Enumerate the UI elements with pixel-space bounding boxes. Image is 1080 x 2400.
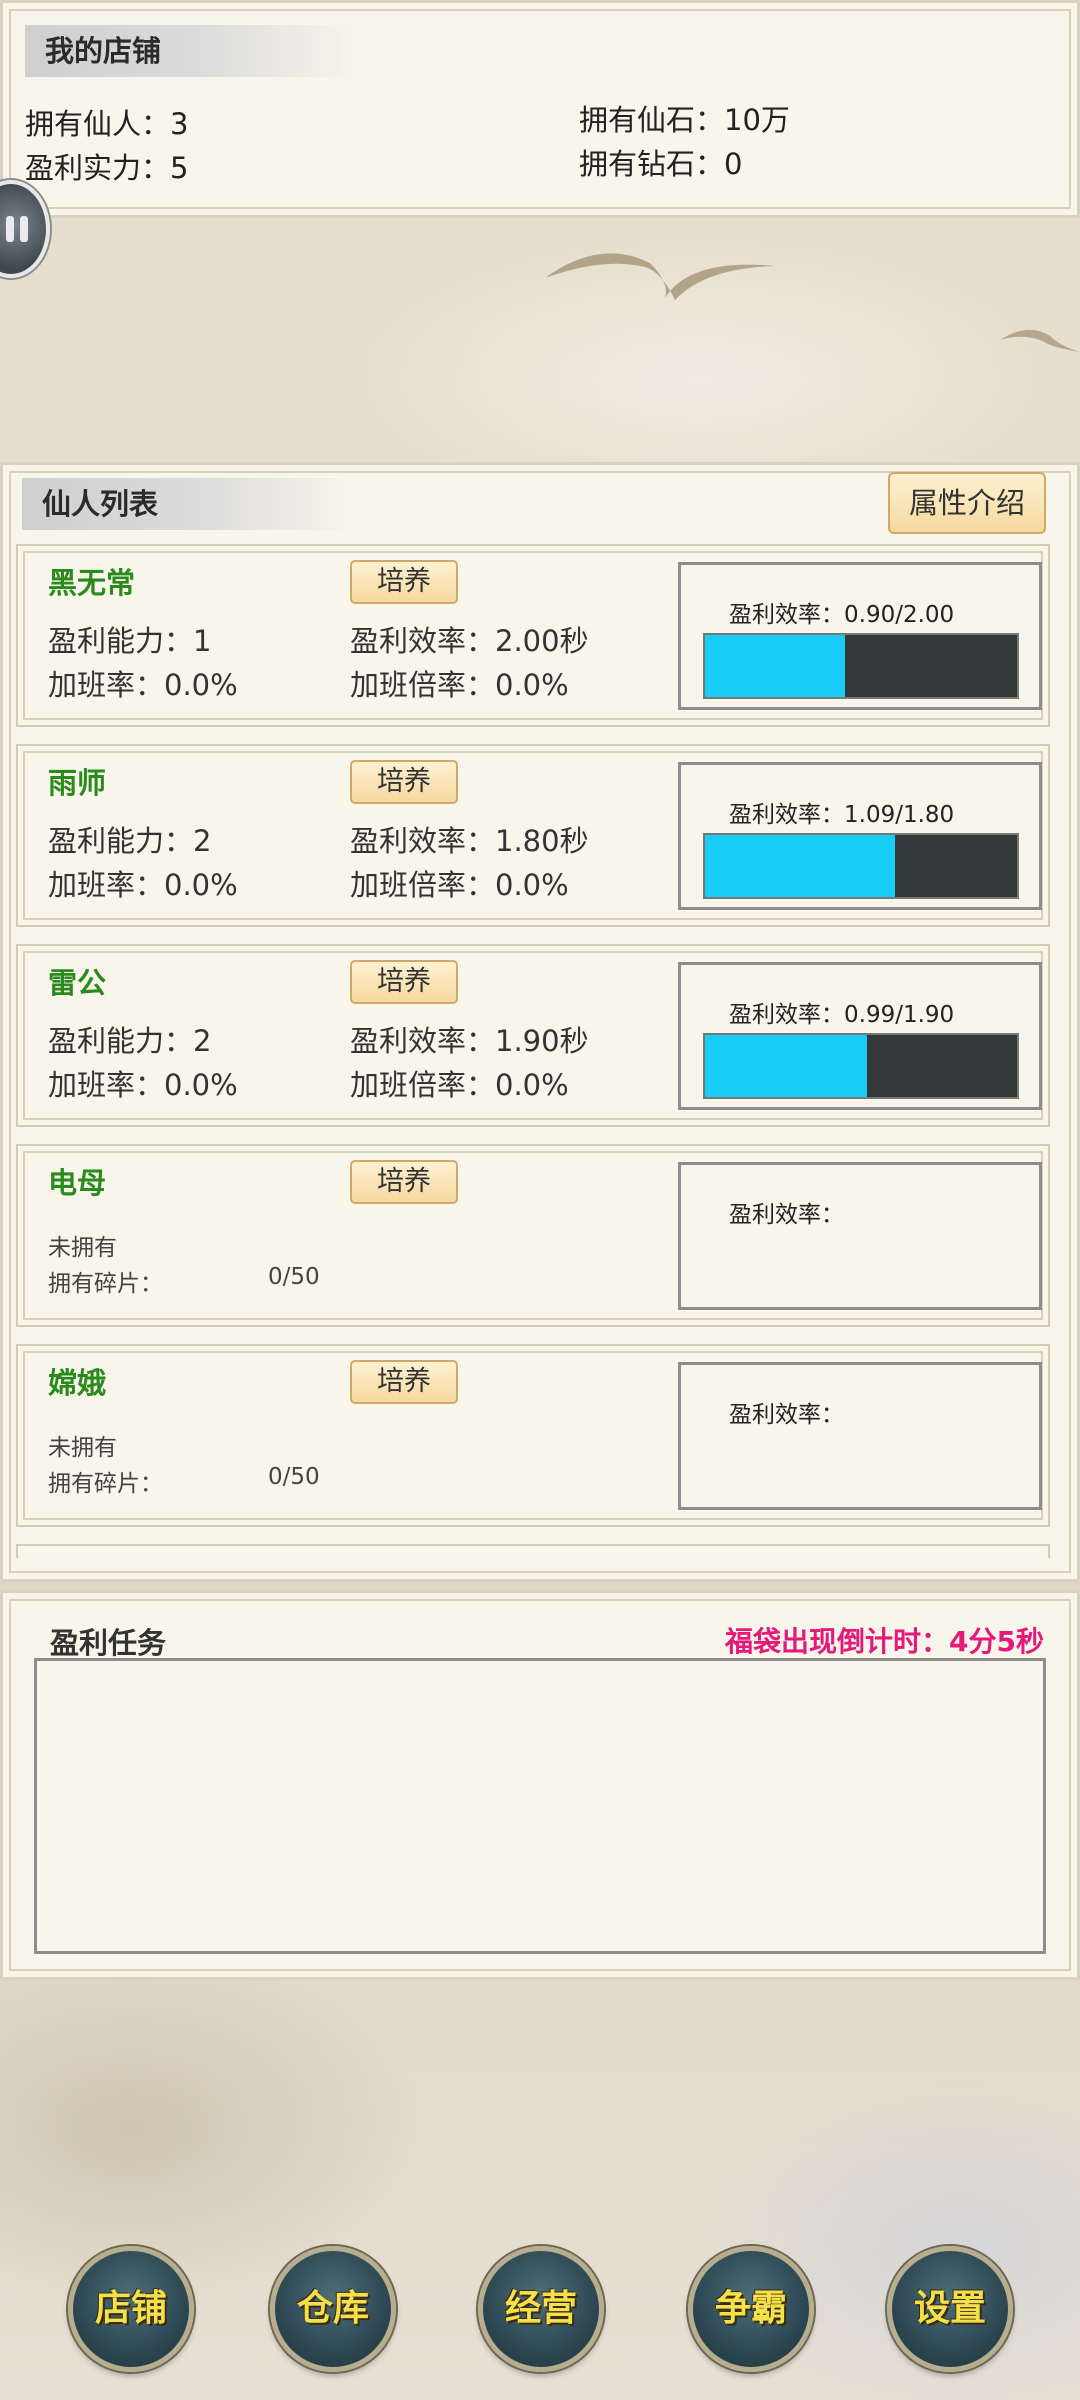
efficiency-label: 盈利效率：: [729, 1202, 844, 1228]
efficiency-label: 盈利效率：1.09/1.80: [729, 802, 955, 828]
fragments-label: 拥有碎片：: [48, 1471, 163, 1497]
shop-panel: 我的店铺 拥有仙人：3 盈利实力：5 拥有仙石：10万 拥有钻石：0: [0, 0, 1080, 218]
train-button[interactable]: 培养: [350, 760, 458, 804]
immortal-card: 电母 培养 未拥有 拥有碎片： 0/50 盈利效率：: [16, 1144, 1050, 1327]
efficiency-bar: [703, 633, 1019, 699]
nav-warehouse-button[interactable]: 仓库: [270, 2246, 396, 2372]
train-button[interactable]: 培养: [350, 560, 458, 604]
immortal-name: 雨师: [48, 766, 107, 800]
nav-compete-button[interactable]: 争霸: [688, 2246, 814, 2372]
immortal-card: 雨师 培养 盈利能力：2 盈利效率：1.80秒 加班率：0.0% 加班倍率：0.…: [16, 744, 1050, 927]
efficiency-label: 盈利效率：0.90/2.00: [729, 602, 955, 628]
efficiency-bar: [703, 833, 1019, 899]
unowned-status: 未拥有: [48, 1435, 117, 1461]
overtime-multiplier: 加班倍率：0.0%: [350, 868, 569, 902]
efficiency-box: 盈利效率：1.09/1.80: [678, 762, 1042, 910]
nav-business-button[interactable]: 经营: [478, 2246, 604, 2372]
immortal-card: 黑无常 培养 盈利能力：1 盈利效率：2.00秒 加班率：0.0% 加班倍率：0…: [16, 544, 1050, 727]
fragments-label: 拥有碎片：: [48, 1271, 163, 1297]
immortal-name: 电母: [48, 1166, 107, 1200]
overtime-rate: 加班率：0.0%: [48, 668, 238, 702]
bird-decoration-small: [1000, 329, 1080, 352]
pause-icon-bar: [20, 216, 28, 242]
immortal-card-partial: [16, 1544, 1050, 1558]
lucky-bag-countdown: 福袋出现倒计时：4分5秒: [725, 1625, 1044, 1658]
bird-decoration: [545, 253, 775, 300]
efficiency-label: 盈利效率：: [729, 1402, 844, 1428]
immortal-name: 黑无常: [48, 566, 136, 600]
overtime-multiplier: 加班倍率：0.0%: [350, 668, 569, 702]
immortal-name: 雷公: [48, 966, 107, 1000]
train-button[interactable]: 培养: [350, 960, 458, 1004]
train-button[interactable]: 培养: [350, 1160, 458, 1204]
efficiency-bar-fill: [705, 1035, 868, 1097]
profit-efficiency: 盈利效率：1.90秒: [350, 1024, 589, 1058]
owned-diamonds: 拥有钻石：0: [579, 147, 743, 181]
pause-icon: [6, 216, 14, 242]
immortal-card: 嫦娥 培养 未拥有 拥有碎片： 0/50 盈利效率：: [16, 1344, 1050, 1527]
owned-stones: 拥有仙石：10万: [579, 103, 790, 137]
task-list-box: [34, 1658, 1046, 1954]
efficiency-box: 盈利效率：: [678, 1362, 1042, 1510]
train-button[interactable]: 培养: [350, 1360, 458, 1404]
efficiency-bar-fill: [705, 835, 896, 897]
nav-settings-button[interactable]: 设置: [887, 2246, 1013, 2372]
fragments-value: 0/50: [268, 1464, 320, 1490]
profit-ability: 盈利能力：2: [48, 1024, 212, 1058]
immortal-list-title: 仙人列表: [22, 478, 352, 530]
efficiency-box: 盈利效率：: [678, 1162, 1042, 1310]
immortal-card: 雷公 培养 盈利能力：2 盈利效率：1.90秒 加班率：0.0% 加班倍率：0.…: [16, 944, 1050, 1127]
nav-shop-button[interactable]: 店铺: [68, 2246, 194, 2372]
overtime-rate: 加班率：0.0%: [48, 1068, 238, 1102]
shop-title: 我的店铺: [25, 25, 355, 77]
profit-power: 盈利实力：5: [25, 151, 189, 185]
efficiency-box: 盈利效率：0.99/1.90: [678, 962, 1042, 1110]
profit-efficiency: 盈利效率：2.00秒: [350, 624, 589, 658]
unowned-status: 未拥有: [48, 1235, 117, 1261]
efficiency-box: 盈利效率：0.90/2.00: [678, 562, 1042, 710]
profit-task-title: 盈利任务: [50, 1626, 167, 1660]
overtime-rate: 加班率：0.0%: [48, 868, 238, 902]
efficiency-bar-fill: [705, 635, 846, 697]
efficiency-label: 盈利效率：0.99/1.90: [729, 1002, 955, 1028]
overtime-multiplier: 加班倍率：0.0%: [350, 1068, 569, 1102]
owned-immortals: 拥有仙人：3: [25, 107, 189, 141]
efficiency-bar: [703, 1033, 1019, 1099]
profit-efficiency: 盈利效率：1.80秒: [350, 824, 589, 858]
profit-ability: 盈利能力：2: [48, 824, 212, 858]
profit-ability: 盈利能力：1: [48, 624, 212, 658]
immortal-name: 嫦娥: [48, 1366, 107, 1400]
fragments-value: 0/50: [268, 1264, 320, 1290]
attribute-intro-button[interactable]: 属性介绍: [888, 472, 1046, 534]
